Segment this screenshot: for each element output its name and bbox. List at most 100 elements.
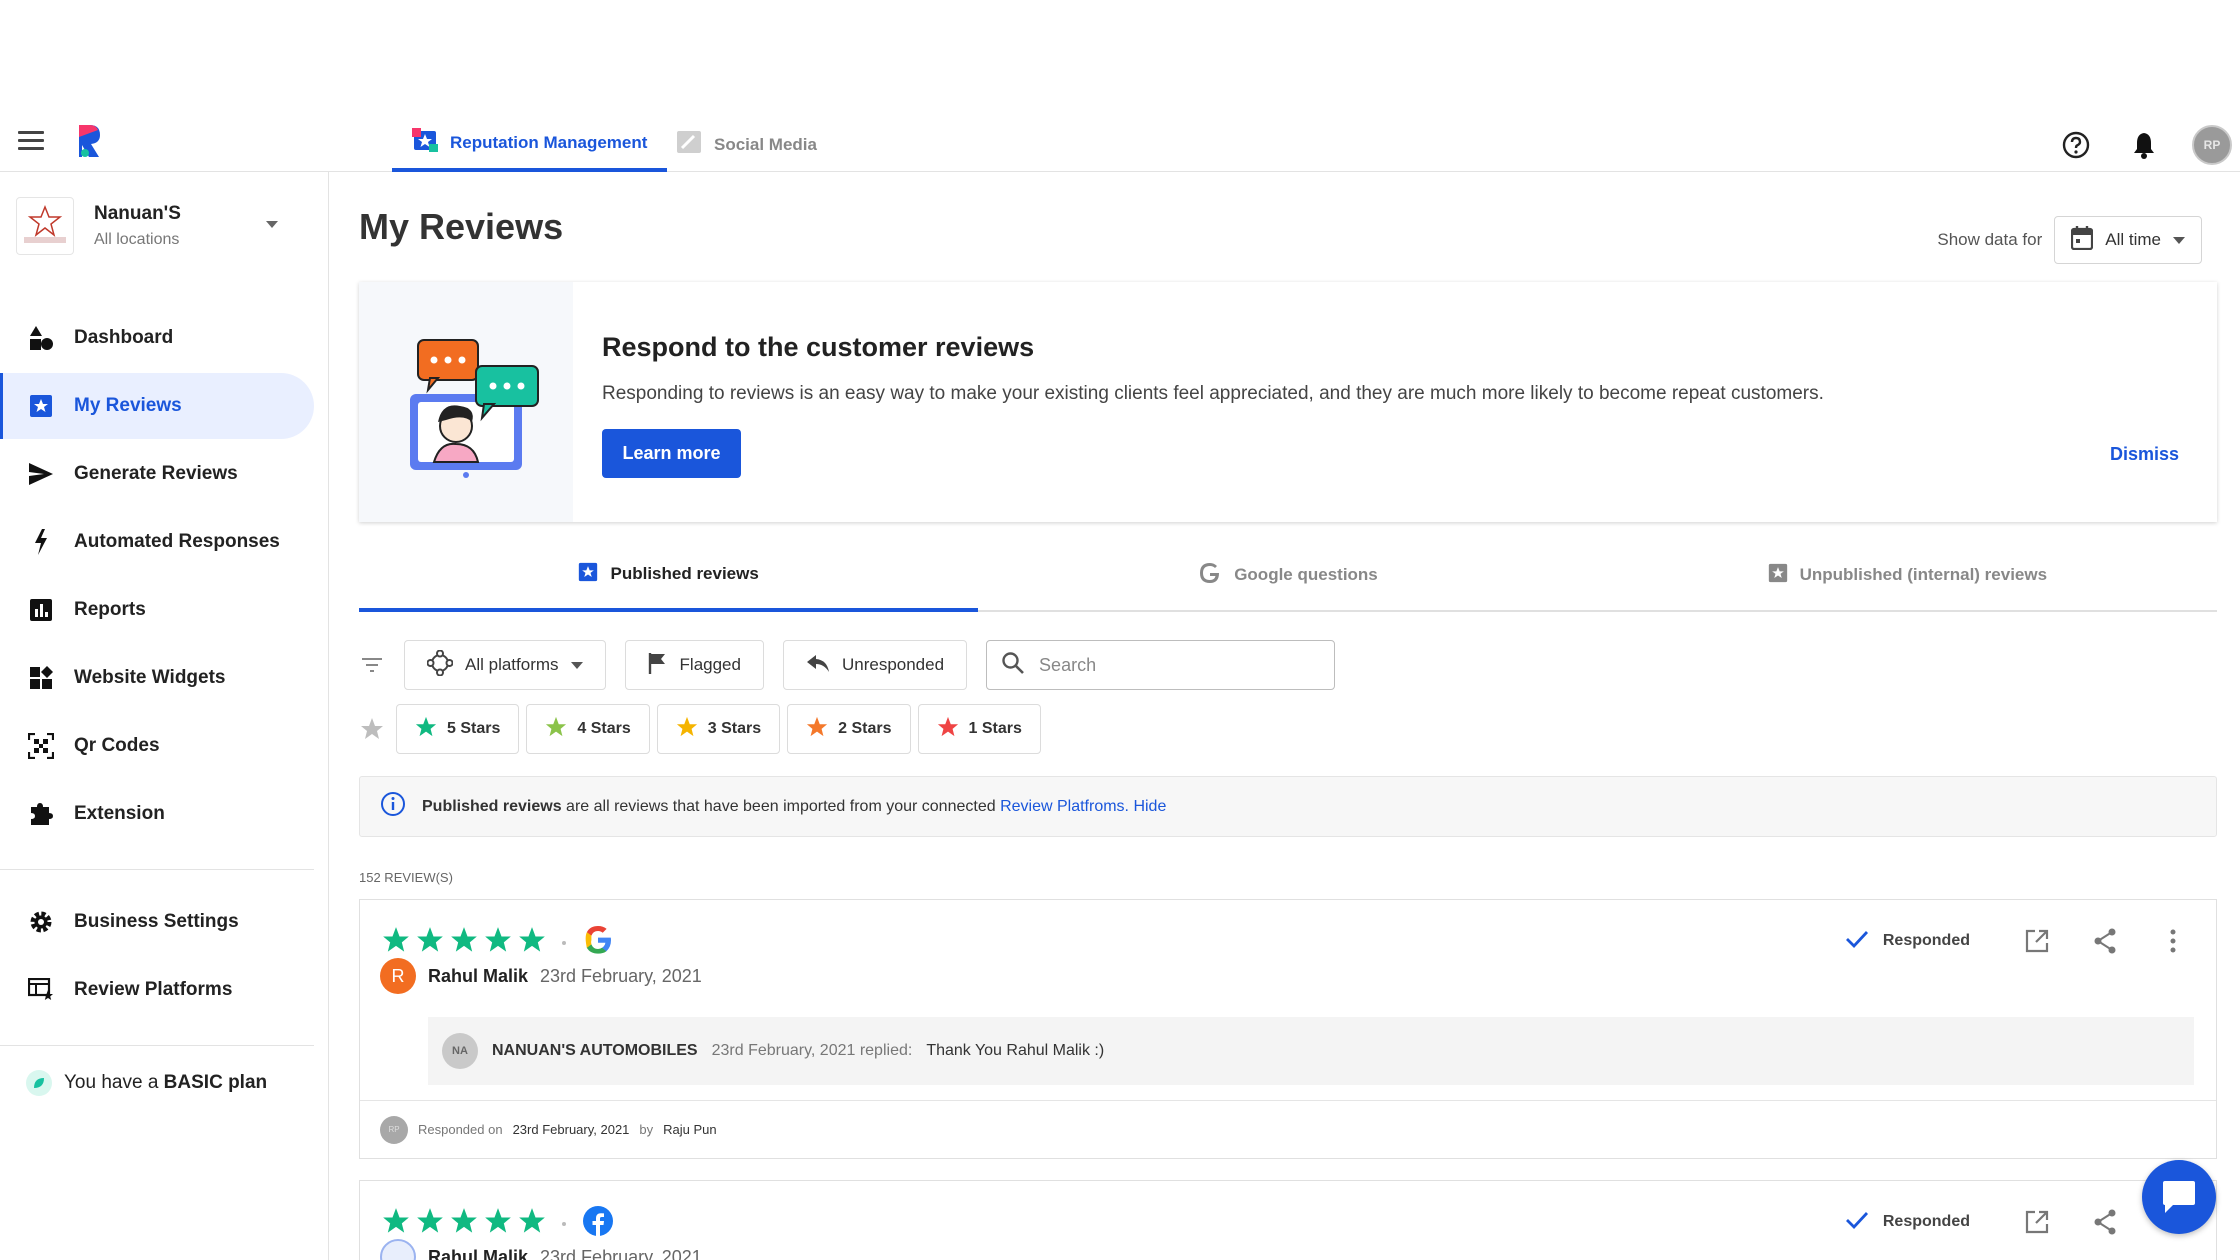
reviewer-name[interactable]: Rahul Malik	[428, 966, 528, 987]
google-outline-icon	[1198, 561, 1222, 590]
banner-text: Responding to reviews is an easy way to …	[602, 383, 1824, 404]
chat-bubble-icon[interactable]	[2142, 1160, 2216, 1234]
review-filters: All platforms Flagged Unresponded	[359, 640, 1336, 690]
tab-published-reviews[interactable]: Published reviews	[359, 540, 979, 612]
reviewer-avatar-icon	[380, 1239, 416, 1260]
filter-3-stars[interactable]: 3 Stars	[656, 704, 781, 754]
star-filter-label: 1 Stars	[968, 720, 1022, 737]
open-external-icon[interactable]	[2022, 1207, 2052, 1237]
tab-google-questions[interactable]: Google questions	[978, 540, 1597, 610]
star-filter-label: 3 Stars	[707, 720, 762, 737]
date-range-dropdown[interactable]: All time	[2054, 216, 2202, 264]
star-outline-icon[interactable]	[359, 717, 385, 741]
star-filter-label: 4 Stars	[577, 720, 631, 737]
reviewer-info: R Rahul Malik 23rd February, 2021	[380, 958, 702, 994]
all-platforms-dropdown[interactable]: All platforms	[404, 640, 606, 690]
more-options-icon[interactable]	[2158, 926, 2188, 956]
notification-bell-icon[interactable]	[2124, 125, 2164, 165]
tab-social-media[interactable]: Social Media	[656, 117, 837, 172]
unresponded-filter-button[interactable]: Unresponded	[782, 640, 968, 690]
filter-1-stars[interactable]: 1 Stars	[917, 704, 1041, 754]
hide-link[interactable]: Hide	[1133, 798, 1166, 815]
learn-more-button[interactable]: Learn more	[602, 429, 741, 478]
platforms-icon	[426, 649, 454, 681]
filter-icon[interactable]	[359, 656, 385, 674]
tab-reputation-management[interactable]: Reputation Management	[392, 117, 668, 172]
date-range-value: All time	[2105, 230, 2161, 249]
main-content: My Reviews Show data for All time Respon…	[329, 172, 2240, 1260]
tab-label: Unpublished (internal) reviews	[1799, 565, 2048, 584]
page-title: My Reviews	[359, 206, 564, 247]
sidebar-item-label: Qr Codes	[74, 735, 160, 756]
help-icon[interactable]	[2056, 125, 2096, 165]
star-box-icon	[26, 391, 56, 421]
facebook-icon	[582, 1205, 614, 1242]
flag-icon	[648, 652, 668, 679]
sidebar-item-dashboard[interactable]: Dashboard	[0, 305, 314, 371]
sidebar-divider	[0, 869, 314, 870]
dismiss-button[interactable]: Dismiss	[2110, 444, 2179, 465]
business-name: Nanuan'S	[94, 203, 181, 224]
sidebar-item-website-widgets[interactable]: Website Widgets	[0, 645, 314, 711]
check-icon	[1845, 1210, 1869, 1235]
sidebar-item-my-reviews[interactable]: My Reviews	[0, 373, 314, 439]
star-icon	[415, 716, 437, 743]
tab-label: Social Media	[714, 134, 817, 154]
tab-label: Published reviews	[610, 564, 759, 583]
sidebar-item-generate-reviews[interactable]: Generate Reviews	[0, 441, 314, 507]
filter-2-stars[interactable]: 2 Stars	[787, 704, 911, 754]
star-icon	[416, 926, 444, 959]
sidebar-item-extension[interactable]: Extension	[0, 781, 314, 847]
sidebar-item-business-settings[interactable]: Business Settings	[0, 889, 314, 955]
sidebar-item-automated-responses[interactable]: Automated Responses	[0, 509, 314, 575]
response-footer: RP Responded on 23rd February, 2021 by R…	[360, 1100, 2216, 1158]
star-icon	[676, 716, 698, 743]
review-date: 23rd February, 2021	[540, 965, 702, 986]
sidebar-item-reports[interactable]: Reports	[0, 577, 314, 643]
filter-5-stars[interactable]: 5 Stars	[396, 704, 520, 754]
info-text: Published reviews are all reviews that h…	[422, 798, 1166, 816]
chevron-down-icon	[266, 221, 278, 228]
plan-prefix: You have a	[64, 1072, 164, 1093]
flagged-filter-button[interactable]: Flagged	[624, 640, 764, 690]
sidebar-item-label: Dashboard	[74, 327, 174, 348]
sidebar-item-qr-codes[interactable]: Qr Codes	[0, 713, 314, 779]
responded-date: 23rd February, 2021	[512, 1122, 630, 1137]
reputation-star-icon	[412, 128, 438, 157]
responded-status[interactable]: Responded	[1845, 1210, 1970, 1235]
search-input[interactable]	[1039, 654, 1310, 676]
check-icon	[1845, 929, 1869, 954]
review-platforms-link[interactable]: Review Platfroms.	[1000, 798, 1129, 815]
sidebar-item-label: Generate Reviews	[74, 463, 238, 484]
user-avatar[interactable]: RP	[2192, 124, 2232, 165]
app-logo-icon[interactable]	[76, 123, 102, 164]
shapes-icon	[26, 323, 56, 353]
share-icon[interactable]	[2090, 926, 2120, 956]
business-locations: All locations	[94, 231, 180, 248]
review-rating	[382, 924, 614, 961]
reviewer-name[interactable]: Rahul Malik	[428, 1247, 528, 1260]
sidebar-item-review-platforms[interactable]: Review Platforms	[0, 957, 314, 1023]
sidebar-item-label: Extension	[74, 803, 165, 824]
menu-icon[interactable]	[18, 127, 44, 153]
review-rating	[382, 1205, 614, 1242]
responded-status[interactable]: Responded	[1845, 929, 1970, 954]
share-icon[interactable]	[2090, 1207, 2120, 1237]
gear-icon	[26, 907, 56, 937]
star-icon	[545, 716, 567, 743]
star-icon	[806, 716, 828, 743]
responder-avatar: RP	[380, 1115, 408, 1144]
chat-illustration	[359, 282, 573, 522]
sidebar-item-label: Business Settings	[74, 911, 239, 932]
banner-title: Respond to the customer reviews	[602, 332, 1035, 362]
filter-4-stars[interactable]: 4 Stars	[526, 704, 650, 754]
social-media-icon	[676, 130, 702, 159]
search-icon	[1001, 651, 1025, 680]
business-selector[interactable]: Nanuan'S All locations	[16, 196, 296, 256]
star-filter-label: 5 Stars	[447, 720, 501, 737]
open-external-icon[interactable]	[2022, 926, 2052, 956]
star-icon	[416, 1207, 444, 1240]
widgets-icon	[26, 663, 56, 693]
star-icon	[450, 1207, 478, 1240]
tab-unpublished-reviews[interactable]: Unpublished (internal) reviews	[1598, 540, 2217, 610]
